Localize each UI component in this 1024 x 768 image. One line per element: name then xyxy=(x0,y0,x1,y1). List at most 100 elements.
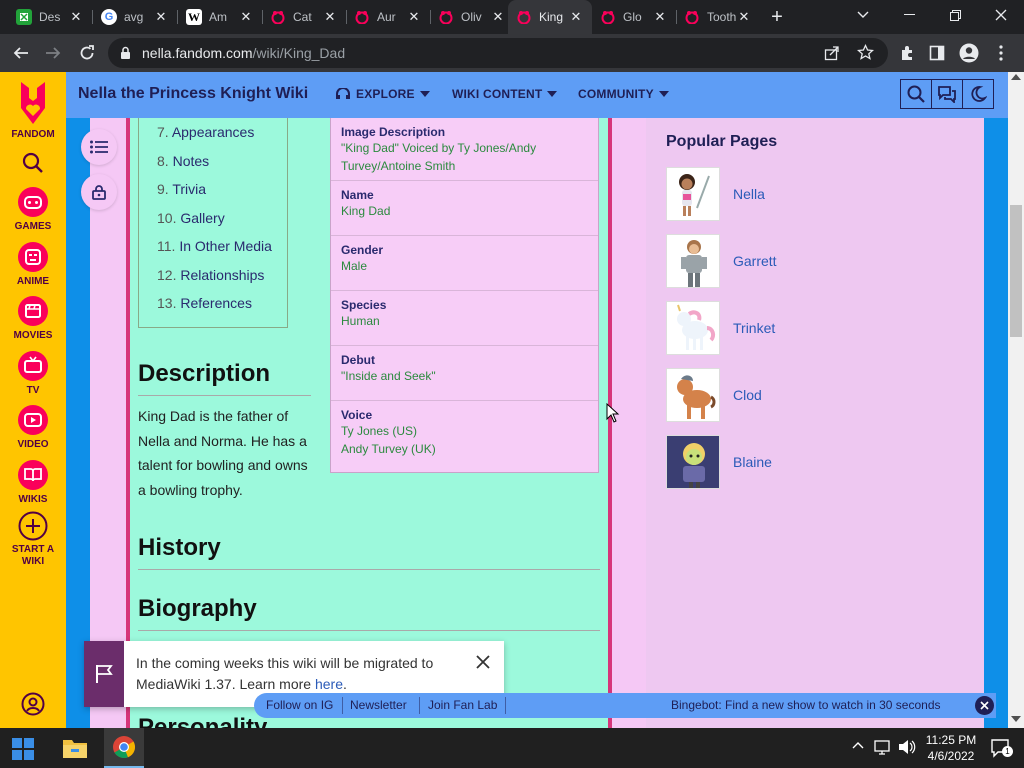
rail-start-a-wiki[interactable]: START A WIKI xyxy=(0,511,66,568)
browser-tab[interactable]: W Am ✕ xyxy=(178,0,262,34)
popular-thumb-garrett[interactable] xyxy=(666,234,720,288)
toc-item-in-other-media[interactable]: 11. In Other Media xyxy=(157,238,272,254)
follow-on-ig-link[interactable]: Follow on IG xyxy=(266,698,333,712)
browser-tab-strip: Des ✕ G avg ✕ W Am ✕ Cat ✕ Aur ✕ Oliv ✕ … xyxy=(0,0,1024,34)
bingebot-promo-link[interactable]: Bingebot: Find a new show to watch in 30… xyxy=(671,698,941,712)
popular-thumb-blaine[interactable] xyxy=(666,435,720,489)
lock-icon[interactable] xyxy=(120,46,131,60)
nav-wiki-content[interactable]: WIKI CONTENT xyxy=(452,87,558,101)
rail-item-video[interactable]: VIDEO xyxy=(0,404,66,451)
clock-time: 11:25 PM xyxy=(925,733,977,747)
bingebot-close-button[interactable] xyxy=(975,696,994,715)
nav-explore[interactable]: EXPLORE xyxy=(336,87,430,101)
newsletter-link[interactable]: Newsletter xyxy=(350,698,407,712)
rail-user-button[interactable] xyxy=(0,692,66,716)
toc-toggle-button[interactable] xyxy=(81,129,117,165)
taskbar-clock[interactable]: 11:25 PM 4/6/2022 xyxy=(918,732,984,764)
wiki-search-button[interactable] xyxy=(900,79,932,109)
page-scrollbar[interactable] xyxy=(1008,72,1024,728)
bookmark-star-icon[interactable] xyxy=(857,44,874,61)
theme-toggle-button[interactable] xyxy=(962,79,994,109)
extensions-icon[interactable] xyxy=(892,38,922,68)
browser-tab[interactable]: Des ✕ xyxy=(8,0,92,34)
popular-link-nella[interactable]: Nella xyxy=(733,186,765,202)
puzzle-icon xyxy=(16,9,32,25)
restore-button[interactable] xyxy=(932,0,978,30)
file-explorer-icon[interactable] xyxy=(62,737,88,759)
minimize-button[interactable] xyxy=(886,0,932,30)
network-icon[interactable] xyxy=(874,739,892,755)
popular-link-trinket[interactable]: Trinket xyxy=(733,320,775,336)
rail-item-movies[interactable]: MOVIES xyxy=(0,295,66,342)
address-bar[interactable]: nella.fandom.com/wiki/King_Dad xyxy=(108,38,888,68)
close-window-button[interactable] xyxy=(978,0,1024,30)
new-tab-button[interactable]: + xyxy=(762,2,792,32)
close-tab-icon[interactable]: ✕ xyxy=(406,9,422,25)
discussions-button[interactable] xyxy=(931,79,963,109)
nav-community[interactable]: COMMUNITY xyxy=(578,87,669,101)
infobox-voice-link[interactable]: Ty Jones (US) xyxy=(341,422,588,440)
tab-title: Oliv xyxy=(461,10,482,24)
scrollbar-thumb[interactable] xyxy=(1010,205,1022,337)
back-button[interactable] xyxy=(6,38,36,68)
tray-chevron-up-icon[interactable] xyxy=(852,741,864,749)
rail-item-tv[interactable]: TV xyxy=(0,350,66,397)
toc-item-trivia[interactable]: 9. Trivia xyxy=(157,181,206,197)
reload-button[interactable] xyxy=(72,38,102,68)
heading-divider xyxy=(138,630,600,631)
close-tab-icon[interactable]: ✕ xyxy=(238,9,254,25)
wiki-name[interactable]: Nella the Princess Knight Wiki xyxy=(78,85,308,103)
browser-tab[interactable]: Cat ✕ xyxy=(262,0,346,34)
popular-thumb-trinket[interactable] xyxy=(666,301,720,355)
popular-link-garrett[interactable]: Garrett xyxy=(733,253,777,269)
popular-link-clod[interactable]: Clod xyxy=(733,387,762,403)
side-panel-icon[interactable] xyxy=(922,38,952,68)
browser-menu-icon[interactable] xyxy=(986,38,1016,68)
close-tab-icon[interactable]: ✕ xyxy=(68,9,84,25)
chrome-taskbar-icon[interactable] xyxy=(104,728,144,768)
toc-item-gallery[interactable]: 10. Gallery xyxy=(157,210,225,226)
rail-item-wikis[interactable]: WIKIS xyxy=(0,459,66,506)
popular-thumb-nella[interactable] xyxy=(666,167,720,221)
infobox-debut-link[interactable]: "Inside and Seek" xyxy=(341,367,588,385)
rail-item-anime[interactable]: ANIME xyxy=(0,241,66,288)
volume-icon[interactable] xyxy=(898,739,916,755)
page-protection-button[interactable] xyxy=(81,174,117,210)
toc-item-references[interactable]: 13. References xyxy=(157,295,252,311)
close-tab-icon[interactable]: ✕ xyxy=(490,9,506,25)
scroll-up-arrow-icon[interactable] xyxy=(1011,74,1021,80)
browser-tab[interactable]: Toothle ✕ xyxy=(676,0,760,34)
browser-tab[interactable]: Glo ✕ xyxy=(592,0,676,34)
close-tab-icon[interactable]: ✕ xyxy=(322,9,338,25)
toc-item-appearances[interactable]: 7. Appearances xyxy=(157,124,254,140)
join-fan-lab-link[interactable]: Join Fan Lab xyxy=(428,698,497,712)
windows-start-icon[interactable] xyxy=(12,738,34,760)
description-paragraph: King Dad is the father of Nella and Norm… xyxy=(138,408,308,498)
close-tab-icon[interactable]: ✕ xyxy=(736,9,752,25)
toc-item-relationships[interactable]: 12. Relationships xyxy=(157,267,264,283)
popular-thumb-clod[interactable] xyxy=(666,368,720,422)
profile-avatar-icon[interactable] xyxy=(954,38,984,68)
browser-tab[interactable]: G avg ✕ xyxy=(93,0,177,34)
close-tab-icon[interactable]: ✕ xyxy=(652,9,668,25)
toc-item-notes[interactable]: 8. Notes xyxy=(157,153,209,169)
notification-center-icon[interactable]: 1 xyxy=(990,738,1013,758)
browser-tab[interactable]: Aur ✕ xyxy=(346,0,430,34)
share-icon[interactable] xyxy=(824,45,840,61)
popular-link-blaine[interactable]: Blaine xyxy=(733,454,772,470)
infobox-voice-link[interactable]: Andy Turvey (UK) xyxy=(341,440,588,458)
forward-button[interactable] xyxy=(38,38,68,68)
browser-tab[interactable]: Oliv ✕ xyxy=(430,0,514,34)
heading-divider xyxy=(138,569,600,570)
notification-close-button[interactable] xyxy=(474,653,492,671)
movies-icon xyxy=(18,296,48,326)
tab-search-icon[interactable] xyxy=(840,0,886,30)
fandom-logo[interactable]: FANDOM xyxy=(0,80,66,141)
scroll-down-arrow-icon[interactable] xyxy=(1011,716,1021,722)
rail-item-games[interactable]: GAMES xyxy=(0,186,66,233)
browser-tab-active[interactable]: King ✕ xyxy=(508,0,592,34)
close-tab-icon[interactable]: ✕ xyxy=(568,9,584,25)
rail-search-button[interactable] xyxy=(0,152,66,174)
notification-learn-more-link[interactable]: here xyxy=(315,676,343,692)
close-tab-icon[interactable]: ✕ xyxy=(153,9,169,25)
